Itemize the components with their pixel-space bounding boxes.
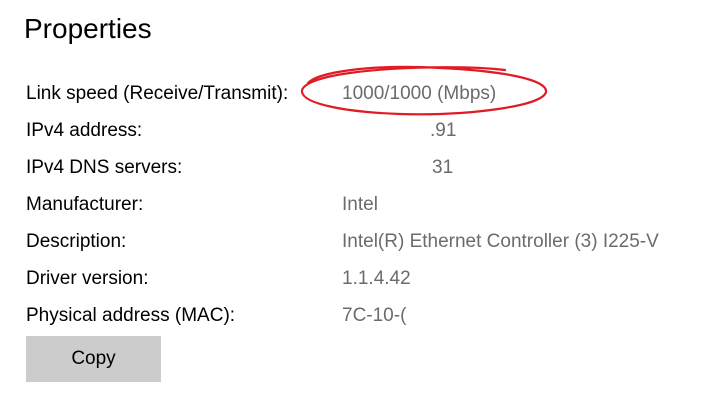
physical-address-value: 7C-10-(	[342, 305, 407, 326]
description-label: Description:	[26, 231, 127, 252]
ipv4-address-value: .91	[430, 120, 457, 141]
manufacturer-value: Intel	[342, 194, 378, 215]
link-speed-label: Link speed (Receive/Transmit):	[26, 83, 289, 104]
driver-version-value: 1.1.4.42	[342, 268, 411, 289]
driver-version-label: Driver version:	[26, 268, 149, 289]
copy-button[interactable]: Copy	[26, 336, 161, 382]
physical-address-label: Physical address (MAC):	[26, 305, 236, 326]
ipv4-dns-servers-label: IPv4 DNS servers:	[26, 157, 183, 178]
description-value: Intel(R) Ethernet Controller (3) I225-V	[342, 231, 659, 252]
ipv4-address-label: IPv4 address:	[26, 120, 143, 141]
manufacturer-label: Manufacturer:	[26, 194, 144, 215]
link-speed-value: 1000/1000 (Mbps)	[342, 83, 497, 104]
ipv4-dns-servers-value: 31	[432, 157, 454, 178]
